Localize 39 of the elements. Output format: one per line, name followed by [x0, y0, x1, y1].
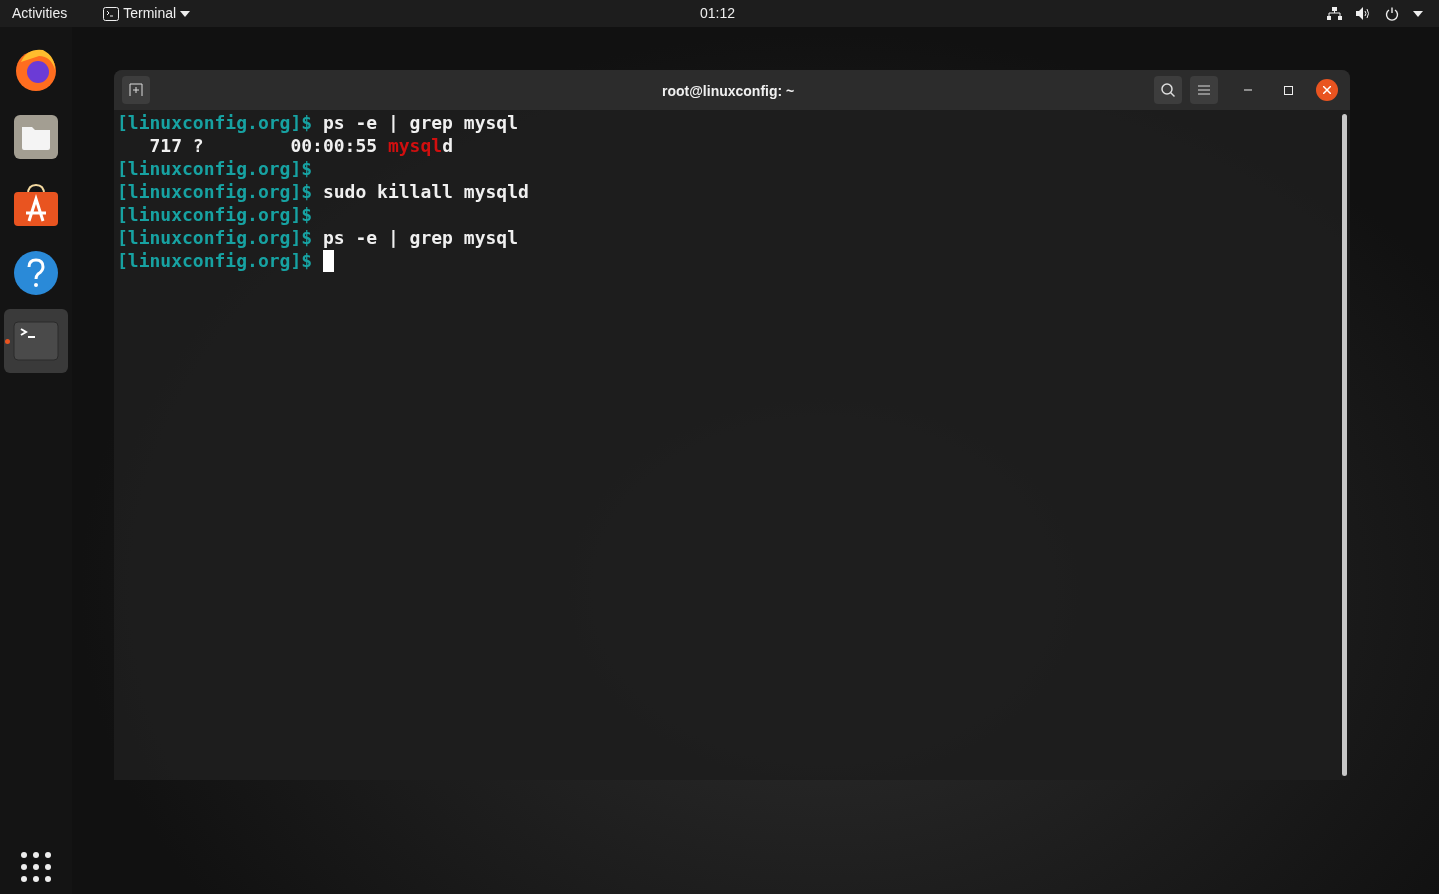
- caret-icon[interactable]: [1413, 10, 1423, 17]
- network-icon[interactable]: [1327, 7, 1342, 20]
- search-button[interactable]: [1154, 76, 1182, 104]
- shopping-bag-icon: [13, 182, 59, 228]
- highlighted-match: mysql: [387, 134, 443, 157]
- close-icon: [1323, 86, 1331, 94]
- activities-button[interactable]: Activities: [12, 3, 68, 24]
- maximize-icon: [1283, 85, 1293, 95]
- new-tab-icon: [129, 83, 143, 97]
- app-menu[interactable]: Terminal: [103, 3, 191, 24]
- terminal-text: sudo killall mysqld: [321, 180, 529, 203]
- app-grid-icon[interactable]: [21, 852, 51, 882]
- menu-button[interactable]: [1190, 76, 1218, 104]
- volume-icon[interactable]: [1356, 7, 1371, 20]
- terminal-text: d: [442, 134, 453, 157]
- terminal-text: 717 ? 00:00:55: [148, 134, 379, 157]
- terminal-icon: [13, 321, 59, 361]
- window-title: root@linuxconfig: ~: [662, 82, 795, 101]
- help-icon: [13, 250, 59, 296]
- folder-icon: [13, 114, 59, 160]
- shell-prompt: [linuxconfig.org]$: [117, 180, 313, 203]
- terminal-text: ps -e | grep mysql: [321, 226, 518, 249]
- caret-icon: [180, 10, 191, 17]
- new-tab-button[interactable]: [122, 76, 150, 104]
- shell-prompt: [linuxconfig.org]$: [117, 157, 313, 180]
- clock[interactable]: 01:12: [700, 3, 736, 24]
- menu-icon: [1198, 85, 1210, 95]
- running-indicator: [5, 339, 10, 344]
- power-icon[interactable]: [1385, 6, 1399, 21]
- shell-prompt: [linuxconfig.org]$: [117, 203, 313, 226]
- scrollbar[interactable]: [1342, 114, 1347, 776]
- search-icon: [1160, 82, 1176, 98]
- shell-prompt: [linuxconfig.org]$: [117, 249, 313, 272]
- shell-prompt: [linuxconfig.org]$: [117, 111, 313, 134]
- close-button[interactable]: [1316, 79, 1338, 101]
- shell-prompt: [linuxconfig.org]$: [117, 226, 313, 249]
- minimize-icon: [1244, 89, 1252, 91]
- terminal-icon: [103, 6, 120, 21]
- terminal-text: ps -e | grep mysql: [321, 111, 518, 134]
